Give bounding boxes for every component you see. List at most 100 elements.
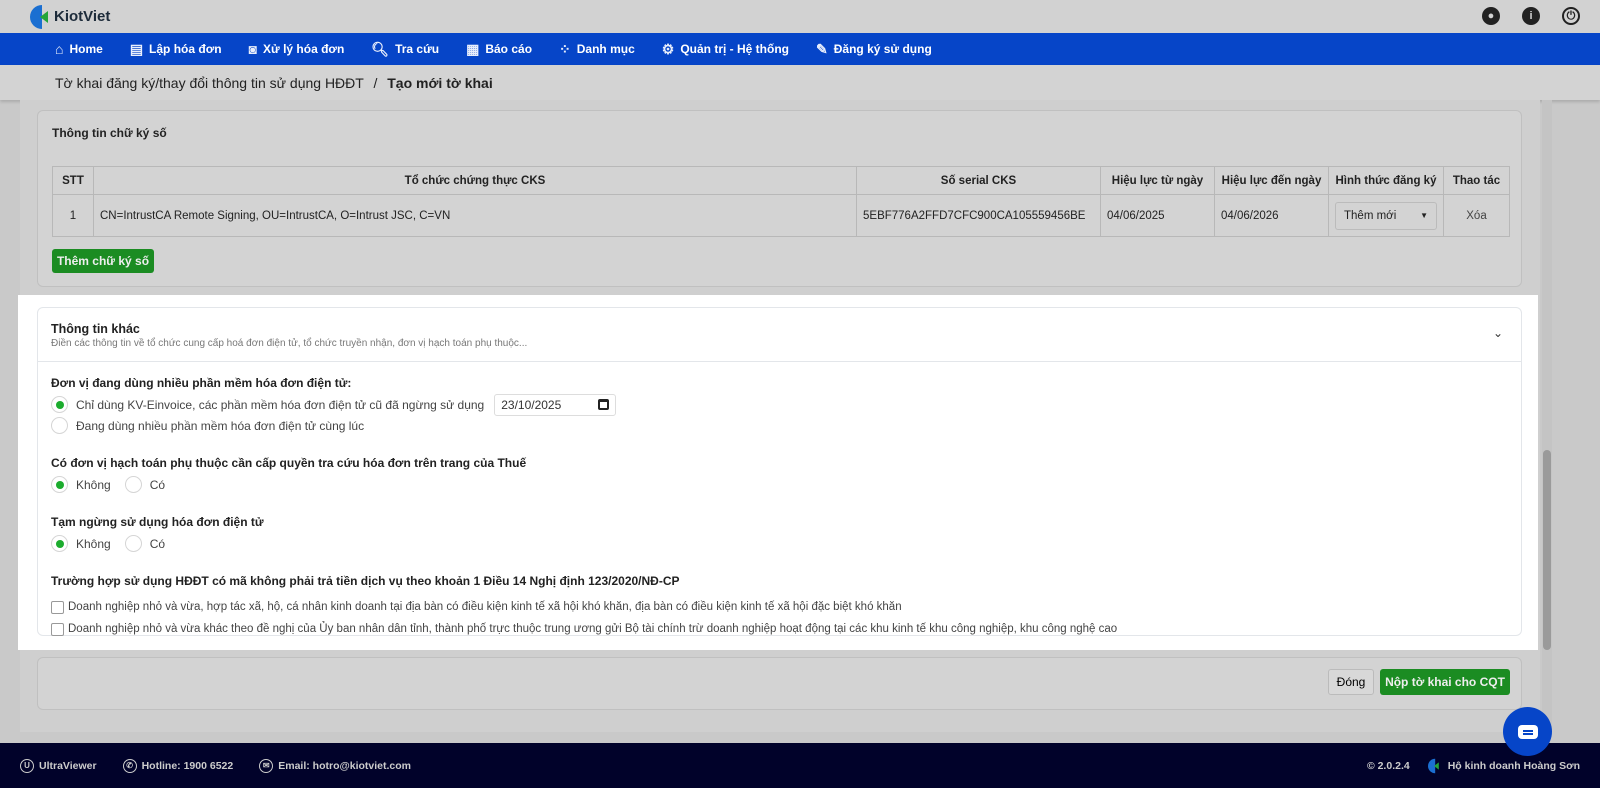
- nav-label: Xử lý hóa đơn: [263, 42, 345, 56]
- phone-icon: ✆: [122, 758, 137, 773]
- nav-item-2[interactable]: ◙ Xử lý hóa đơn: [249, 41, 345, 57]
- stop-date-input[interactable]: 23/10/2025: [494, 393, 617, 416]
- info-icon[interactable]: i: [1522, 7, 1540, 25]
- calendar-icon[interactable]: [598, 399, 610, 410]
- logo-icon: [30, 4, 50, 29]
- add-signature-button[interactable]: Thêm chữ ký số: [52, 249, 154, 273]
- caret-down-icon: ▼: [1420, 211, 1428, 220]
- close-button[interactable]: Đóng: [1328, 669, 1374, 695]
- nav-item-7[interactable]: ✎ Đăng ký sử dụng: [816, 41, 932, 58]
- chevron-down-icon[interactable]: ⌄: [1493, 326, 1503, 340]
- invoice-process-icon: ◙: [248, 41, 258, 57]
- business-name: Hộ kinh doanh Hoàng Sơn: [1447, 759, 1580, 772]
- footer: U UltraViewer ✆ Hotline: 1900 6522 ✉ Email:…: [0, 743, 1600, 788]
- select-value: Thêm mới: [1344, 209, 1397, 222]
- q1-label: Đơn vị đang dùng nhiều phần mềm hóa đơn …: [51, 376, 352, 390]
- breadcrumb-separator: /: [373, 75, 378, 91]
- q1-option-1: Chỉ dùng KV-Einvoice, các phần mềm hóa đ…: [76, 397, 485, 412]
- date-value: 23/10/2025: [501, 397, 562, 412]
- chat-button[interactable]: [1503, 707, 1552, 756]
- signature-title: Thông tin chữ ký số: [52, 126, 167, 140]
- breadcrumb: Tờ khai đăng ký/thay đổi thông tin sử dụ…: [0, 65, 1600, 100]
- actions-card: Đóng Nộp tờ khai cho CQT: [37, 657, 1522, 710]
- cell-serial: 5EBF776A2FFD7CFC900CA105559456BE: [856, 194, 1101, 237]
- ultraviewer-link[interactable]: U UltraViewer: [20, 758, 97, 773]
- home-icon: ⌂: [55, 41, 64, 57]
- scrollbar-thumb[interactable]: [1543, 450, 1551, 650]
- breadcrumb-parent[interactable]: Tờ khai đăng ký/thay đổi thông tin sử dụ…: [55, 75, 364, 91]
- business-logo-icon: [1427, 758, 1440, 773]
- power-icon[interactable]: ⏻: [1562, 7, 1580, 25]
- nav-label: Danh mục: [576, 42, 635, 56]
- q1-radio-multiple[interactable]: [51, 417, 68, 434]
- q2-yes-label: Có: [149, 477, 166, 492]
- q4-option-2: Doanh nghiệp nhỏ và vừa khác theo đề ngh…: [68, 623, 1118, 635]
- q3-yes-label: Có: [149, 536, 166, 551]
- search-icon: 🔍︎: [371, 40, 390, 57]
- col-from: Hiệu lực từ ngày: [1100, 166, 1215, 195]
- signature-table: STT Tổ chức chứng thực CKS Số serial CKS…: [52, 166, 1510, 237]
- q3-radio-no[interactable]: [51, 535, 68, 552]
- invoice-add-icon: ▤: [129, 40, 144, 57]
- q3-radio-yes[interactable]: [124, 535, 142, 552]
- mail-icon: ✉: [259, 758, 274, 773]
- q4-checkbox-2[interactable]: [51, 622, 64, 636]
- q2-radio-yes[interactable]: [124, 476, 142, 493]
- ultraviewer-icon: U: [20, 758, 34, 773]
- q1-option-2: Đang dùng nhiều phần mềm hóa đơn điện tử…: [76, 418, 365, 433]
- scrollbar[interactable]: [1542, 100, 1552, 732]
- nav-label: Báo cáo: [485, 42, 533, 56]
- register-icon: ✎: [816, 40, 828, 57]
- cell-from: 04/06/2025: [1100, 194, 1215, 237]
- email-label: Email: hotro@kiotviet.com: [278, 759, 411, 772]
- q2-radio-no[interactable]: [51, 476, 68, 493]
- col-to: Hiệu lực đến ngày: [1214, 166, 1329, 195]
- nav-item-4[interactable]: ▦ Báo cáo: [466, 41, 532, 58]
- kiotviet-logo[interactable]: KiotViet: [30, 4, 111, 29]
- version: © 2.0.2.4: [1366, 759, 1410, 772]
- other-info-section: Thông tin khác Điền các thông tin về tổ …: [18, 295, 1538, 650]
- cell-org: CN=IntrustCA Remote Signing, OU=IntrustC…: [93, 194, 857, 237]
- submit-button[interactable]: Nộp tờ khai cho CQT: [1380, 669, 1510, 695]
- q3-no-label: Không: [76, 536, 111, 551]
- table-row: 1 CN=IntrustCA Remote Signing, OU=Intrus…: [52, 194, 1510, 237]
- nav-label: Tra cứu: [395, 42, 440, 56]
- q2-label: Có đơn vị hạch toán phụ thuộc cần cấp qu…: [51, 456, 527, 470]
- app-name: KiotViet: [54, 8, 111, 25]
- report-icon: ▦: [466, 40, 480, 57]
- col-type: Hình thức đăng ký: [1328, 166, 1444, 195]
- delete-link[interactable]: Xóa: [1443, 194, 1510, 237]
- hotline[interactable]: ✆ Hotline: 1900 6522: [122, 758, 234, 773]
- hotline-label: Hotline: 1900 6522: [141, 759, 234, 772]
- cell-to: 04/06/2026: [1214, 194, 1329, 237]
- col-org: Tổ chức chứng thực CKS: [93, 166, 857, 195]
- nav-item-3[interactable]: 🔍︎ Tra cứu: [371, 41, 439, 58]
- q4-label: Trường hợp sử dụng HĐĐT có mã không phải…: [51, 574, 680, 588]
- nav-label: Đăng ký sử dụng: [833, 42, 932, 56]
- nav-label: Lập hóa đơn: [149, 42, 222, 56]
- breadcrumb-current: Tạo mới tờ khai: [387, 75, 493, 91]
- chat-icon: [1517, 724, 1538, 739]
- nav-item-1[interactable]: ▤ Lập hóa đơn: [130, 41, 222, 58]
- registration-type-select[interactable]: Thêm mới ▼: [1335, 201, 1437, 230]
- nav-item-6[interactable]: ⚙ Quản trị - Hệ thống: [662, 41, 789, 58]
- nav-label: Home: [69, 42, 103, 56]
- other-info-subtitle: Điền các thông tin về tổ chức cung cấp h…: [51, 338, 528, 349]
- nav-label: Quản trị - Hệ thống: [680, 42, 789, 56]
- q4-checkbox-1[interactable]: [51, 600, 64, 614]
- q4-option-1: Doanh nghiệp nhỏ và vừa, hợp tác xã, hộ,…: [68, 601, 902, 613]
- email[interactable]: ✉ Email: hotro@kiotviet.com: [259, 758, 411, 773]
- col-stt: STT: [52, 166, 94, 195]
- ultraviewer-label: UltraViewer: [39, 759, 97, 772]
- main-nav: ⌂ Home ▤ Lập hóa đơn ◙ Xử lý hóa đơn 🔍︎ Tra cứu…: [0, 33, 1600, 65]
- nav-item-0[interactable]: ⌂ Home: [55, 41, 103, 57]
- nav-item-5[interactable]: ⁘ Danh mục: [559, 41, 635, 58]
- top-bar: KiotViet ● i ⏻: [0, 0, 1600, 33]
- q2-no-label: Không: [76, 477, 111, 492]
- other-info-header[interactable]: Thông tin khác Điền các thông tin về tổ …: [38, 308, 1521, 362]
- signature-card: Thông tin chữ ký số STT Tổ chức chứng th…: [37, 110, 1522, 287]
- category-icon: ⁘: [559, 40, 571, 57]
- q1-radio-single[interactable]: [51, 396, 68, 413]
- user-icon[interactable]: ●: [1482, 7, 1500, 25]
- other-info-title: Thông tin khác: [51, 322, 140, 336]
